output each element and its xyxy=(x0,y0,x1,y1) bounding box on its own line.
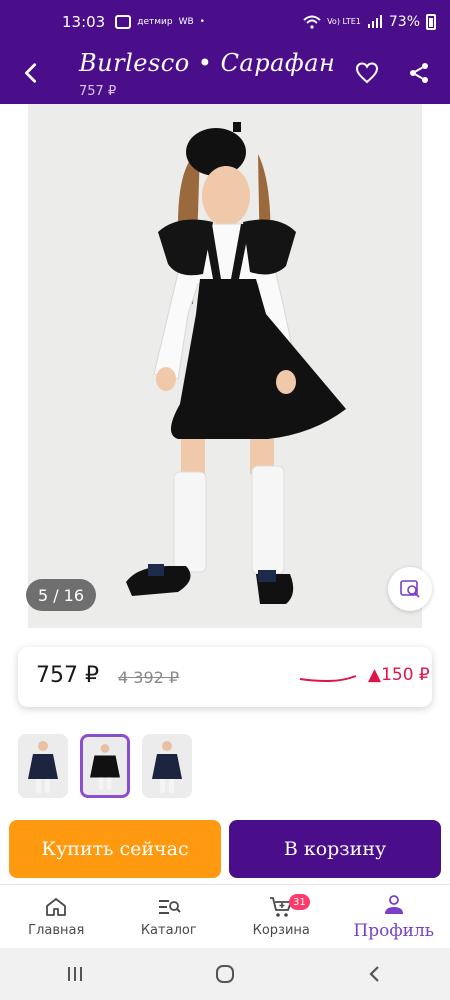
home-system-button[interactable] xyxy=(205,959,245,989)
visual-search-button[interactable] xyxy=(388,567,432,611)
home-circle-icon xyxy=(216,965,234,983)
favorite-button[interactable] xyxy=(352,58,382,88)
recent-apps-icon xyxy=(68,967,82,981)
home-icon xyxy=(46,898,67,916)
price-card[interactable]: 757 ₽ 4 392 ₽ ▲150 ₽ xyxy=(18,647,432,707)
thumbnail-selected[interactable] xyxy=(80,734,130,798)
dot-icon: • xyxy=(199,17,205,27)
back-chevron-icon xyxy=(369,966,379,982)
wb-badge: WB xyxy=(178,17,194,27)
bottom-navigation: Главная Каталог 31 Корзина Профиль xyxy=(0,884,450,948)
product-image-gallery[interactable] xyxy=(28,104,422,628)
wifi-icon xyxy=(303,15,321,29)
battery-percent: 73% xyxy=(388,14,420,30)
nav-item-cart[interactable]: 31 Корзина xyxy=(225,885,338,948)
nav-label-catalog: Каталог xyxy=(140,923,197,938)
status-time: 13:03 xyxy=(62,13,106,31)
share-icon xyxy=(410,63,428,83)
current-price: 757 ₽ xyxy=(36,663,99,688)
page-title: Burlesco • Сарафан xyxy=(79,49,336,77)
thumbnail-strip xyxy=(18,734,192,798)
share-button[interactable] xyxy=(404,58,434,88)
back-system-button[interactable] xyxy=(355,959,395,989)
heart-icon xyxy=(355,62,379,84)
thumbnail-image xyxy=(18,734,68,798)
image-counter: 5 / 16 xyxy=(26,579,96,611)
notification-icons: детмир WB • xyxy=(115,15,205,29)
thumbnail-image xyxy=(83,737,127,795)
nav-label-cart: Корзина xyxy=(252,923,310,938)
cart-count-badge: 31 xyxy=(289,894,310,910)
back-button[interactable] xyxy=(14,56,48,90)
status-bar: 13:03 детмир WB • Vo) LTE1 73% xyxy=(0,0,450,44)
price-history-sparkline xyxy=(299,675,357,683)
app-notification-icon xyxy=(115,15,132,29)
signal-icon xyxy=(367,15,382,28)
purchase-actions: Купить сейчас В корзину xyxy=(0,820,450,878)
image-search-icon xyxy=(400,580,420,598)
nav-label-profile: Профиль xyxy=(353,920,435,941)
network-label: Vo) LTE1 xyxy=(327,17,361,26)
thumbnail[interactable] xyxy=(18,734,68,798)
nav-item-catalog[interactable]: Каталог xyxy=(113,885,226,948)
old-price: 4 392 ₽ xyxy=(118,668,180,687)
buy-now-button[interactable]: Купить сейчас xyxy=(9,820,221,878)
price-change: ▲150 ₽ xyxy=(368,665,430,685)
app-bar: Burlesco • Сарафан 757 ₽ xyxy=(0,44,450,104)
add-to-cart-button[interactable]: В корзину xyxy=(229,820,441,878)
nav-label-home: Главная xyxy=(28,923,85,938)
catalog-icon xyxy=(158,900,181,914)
product-photo xyxy=(28,104,422,628)
profile-icon xyxy=(384,894,403,914)
back-arrow-icon xyxy=(25,63,37,83)
recent-apps-button[interactable] xyxy=(55,959,95,989)
detmir-badge: детмир xyxy=(137,17,173,27)
system-navigation-bar xyxy=(0,948,450,1000)
nav-item-profile[interactable]: Профиль xyxy=(338,885,450,948)
battery-icon xyxy=(426,14,436,30)
thumbnail-image xyxy=(142,734,192,798)
header-price: 757 ₽ xyxy=(79,84,117,99)
thumbnail[interactable] xyxy=(142,734,192,798)
nav-item-home[interactable]: Главная xyxy=(0,885,113,948)
